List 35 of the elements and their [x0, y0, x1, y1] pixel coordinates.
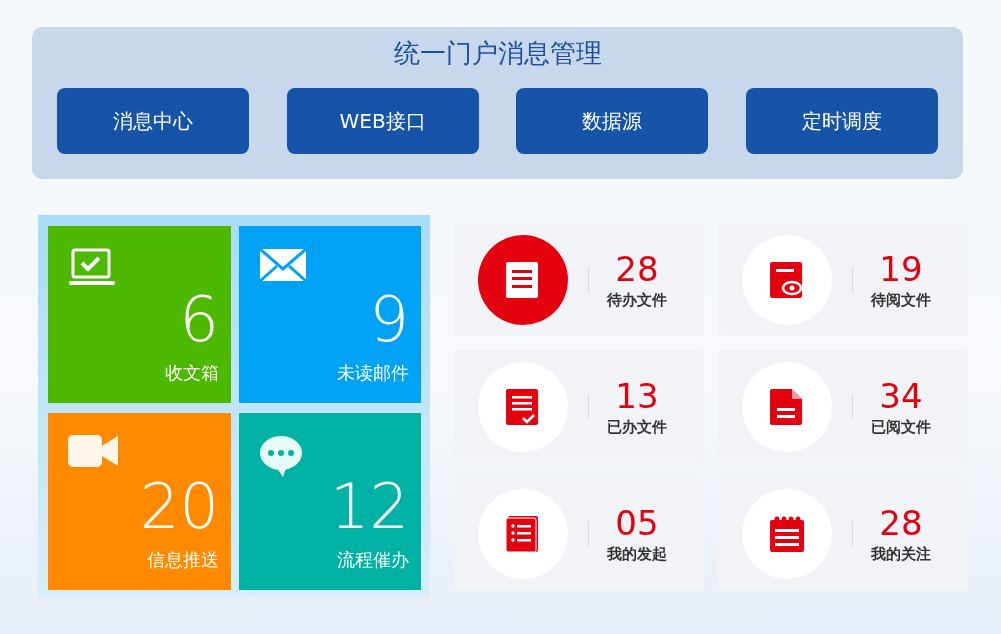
stat-label: 我的发起 [607, 543, 667, 564]
nav-button[interactable]: 定时调度 [745, 88, 938, 154]
stat-count: 19 [879, 249, 923, 288]
tile-label: 收文箱 [165, 361, 219, 385]
tile-label: 信息推送 [147, 548, 219, 572]
stat-label: 已办文件 [607, 416, 667, 437]
stat-label: 待阅文件 [871, 289, 931, 310]
tile-count: 20 [140, 476, 219, 538]
tile-label: 未读邮件 [337, 361, 409, 385]
laptop-check-icon [68, 248, 116, 288]
tile-count: 9 [369, 289, 409, 351]
stat-count: 34 [879, 376, 923, 415]
nav-button[interactable]: WEB接口 [286, 88, 479, 154]
video-camera-icon [68, 435, 118, 467]
stat-count: 28 [879, 503, 923, 542]
stat-count: 28 [615, 249, 659, 288]
nav-button[interactable]: 消息中心 [57, 88, 249, 154]
stat-card[interactable]: 28 我的关注 [718, 477, 968, 590]
chat-bubble-icon [259, 435, 303, 477]
stat-label: 待办文件 [607, 289, 667, 310]
stat-card[interactable]: 05 我的发起 [454, 477, 704, 590]
stat-label: 已阅文件 [871, 416, 931, 437]
stat-count: 05 [615, 503, 659, 542]
stat-count: 13 [615, 376, 659, 415]
tile-label: 流程催办 [337, 548, 409, 572]
stat-card[interactable]: 19 待阅文件 [718, 223, 968, 336]
tile-count: 6 [179, 289, 219, 351]
envelope-icon [259, 248, 307, 282]
stat-label: 我的关注 [871, 543, 931, 564]
stat-card[interactable]: 34 已阅文件 [718, 350, 968, 463]
stat-card[interactable]: 28 待办文件 [454, 223, 704, 336]
tile-count: 12 [330, 476, 409, 538]
stat-card[interactable]: 13 已办文件 [454, 350, 704, 463]
nav-button[interactable]: 数据源 [516, 88, 709, 154]
panel-title: 统一门户消息管理 [392, 37, 603, 70]
